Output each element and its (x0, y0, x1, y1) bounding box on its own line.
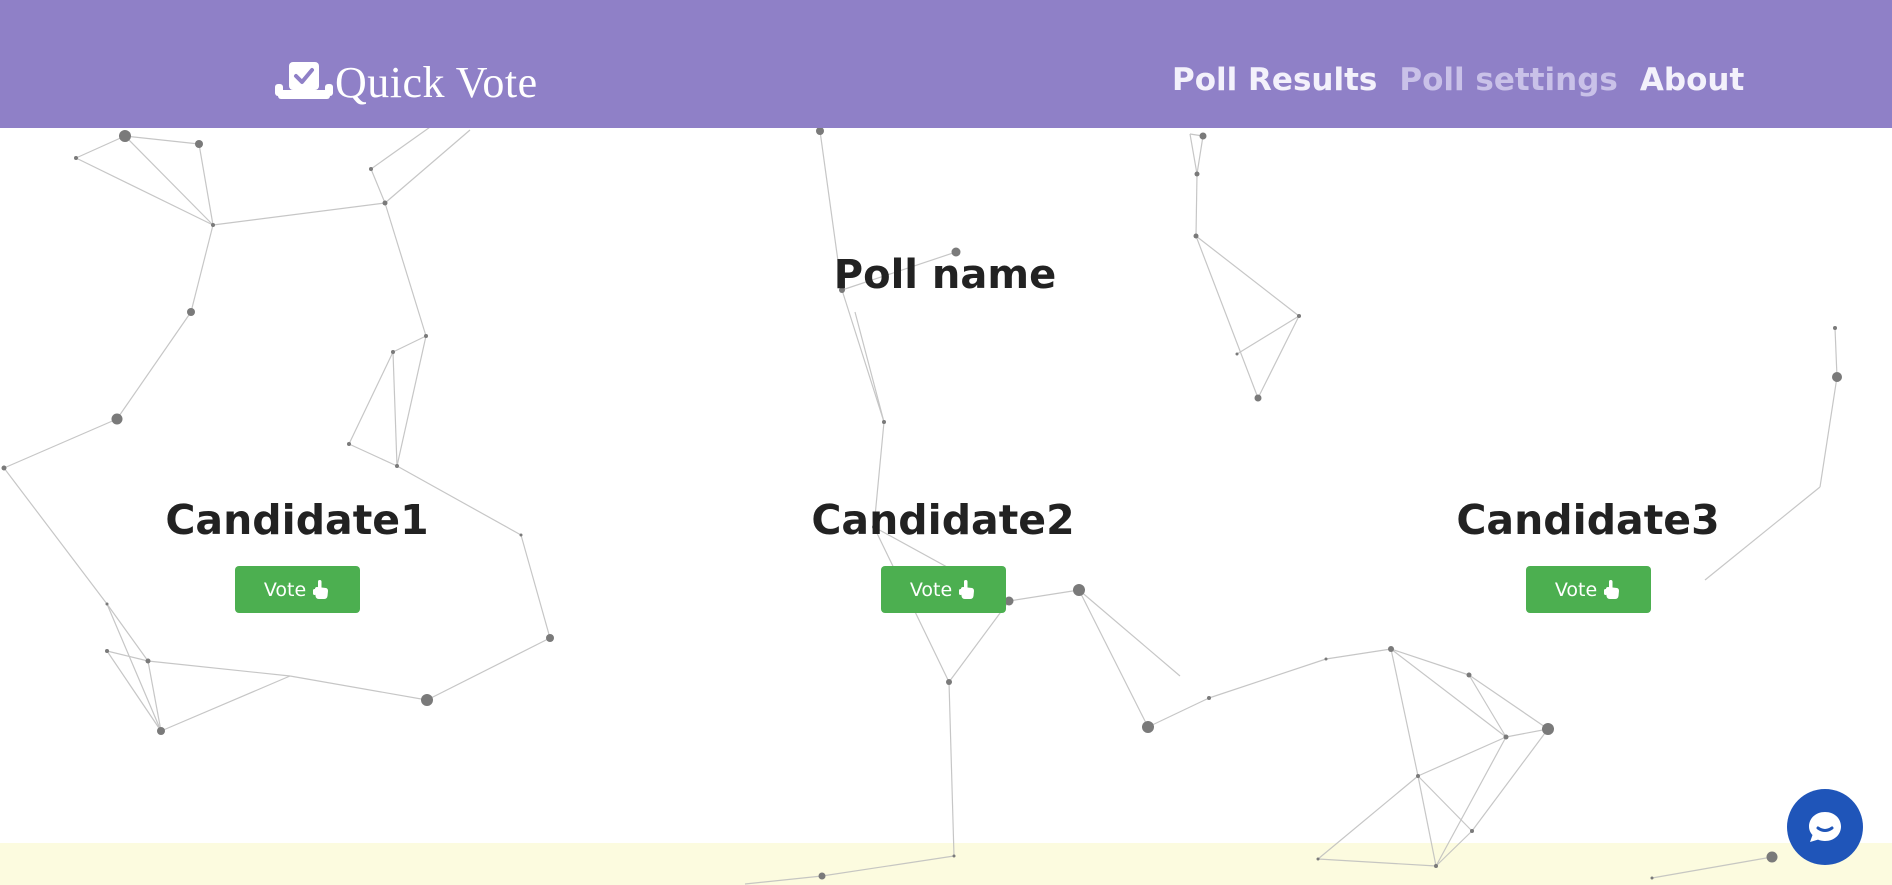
candidate-card-1: Candidate1 Vote (147, 496, 447, 613)
ballot-box-check-icon (275, 62, 333, 99)
brand-name: Quick Vote (335, 57, 538, 107)
candidate-name: Candidate2 (811, 496, 1075, 544)
chat-bubble-icon (1809, 812, 1841, 842)
chat-widget-button[interactable] (1787, 789, 1863, 865)
candidate-name: Candidate3 (1456, 496, 1720, 544)
nav-about[interactable]: About (1640, 62, 1744, 98)
candidate-card-3: Candidate3 Vote (1438, 496, 1738, 613)
pointing-hand-icon (313, 579, 329, 599)
candidate-card-2: Candidate2 Vote (793, 496, 1093, 613)
vote-button-candidate2[interactable]: Vote (880, 566, 1006, 613)
nav-poll-settings[interactable]: Poll settings (1399, 62, 1618, 98)
vote-button-candidate3[interactable]: Vote (1525, 566, 1651, 613)
candidate-name: Candidate1 (165, 496, 429, 544)
vote-label: Vote (1554, 578, 1598, 601)
pointing-hand-icon (959, 579, 975, 599)
top-navbar: Quick Vote Poll Results Poll settings Ab… (0, 0, 1892, 128)
vote-label: Vote (909, 578, 953, 601)
vote-button-candidate1[interactable]: Vote (234, 566, 360, 613)
brand-logo-link[interactable]: Quick Vote (275, 54, 538, 110)
particle-network-background (1, 119, 1842, 885)
nav-links: Poll Results Poll settings About (1172, 62, 1744, 98)
vote-label: Vote (263, 578, 307, 601)
pointing-hand-icon (1604, 579, 1620, 599)
nav-poll-results[interactable]: Poll Results (1172, 62, 1377, 98)
